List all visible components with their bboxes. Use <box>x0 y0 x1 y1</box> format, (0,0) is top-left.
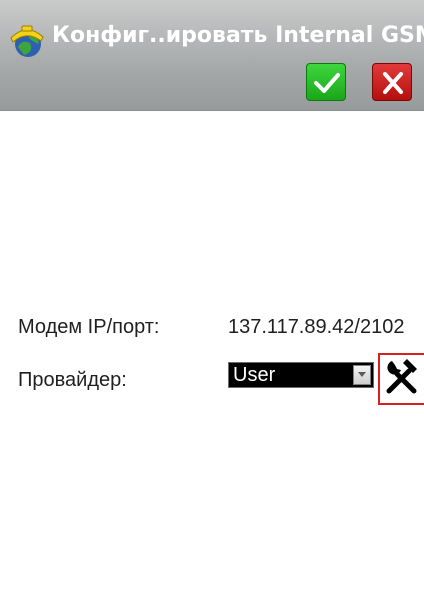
ok-button[interactable] <box>306 63 346 101</box>
modem-ip-port-label: Модем IP/порт: <box>18 316 160 338</box>
cancel-button[interactable] <box>372 63 412 101</box>
provider-label: Провайдер: <box>18 369 127 391</box>
modem-ip-port-value: 137.117.89.42/2102 <box>228 316 405 338</box>
provider-settings-button[interactable] <box>378 353 424 405</box>
app-logo-icon <box>10 25 44 57</box>
chevron-down-icon <box>358 372 366 377</box>
close-icon <box>383 72 403 94</box>
tools-icon <box>386 359 417 394</box>
provider-selected-value: User <box>233 364 276 386</box>
check-icon <box>314 73 340 93</box>
screen: Конфиг..ировать Internal GSM Модем IP/по… <box>0 0 424 602</box>
provider-select[interactable]: User <box>228 362 374 388</box>
dropdown-arrow-button[interactable] <box>353 365 371 385</box>
title-bar: Конфиг..ировать Internal GSM <box>0 0 424 111</box>
window-title: Конфиг..ировать Internal GSM <box>52 23 424 48</box>
